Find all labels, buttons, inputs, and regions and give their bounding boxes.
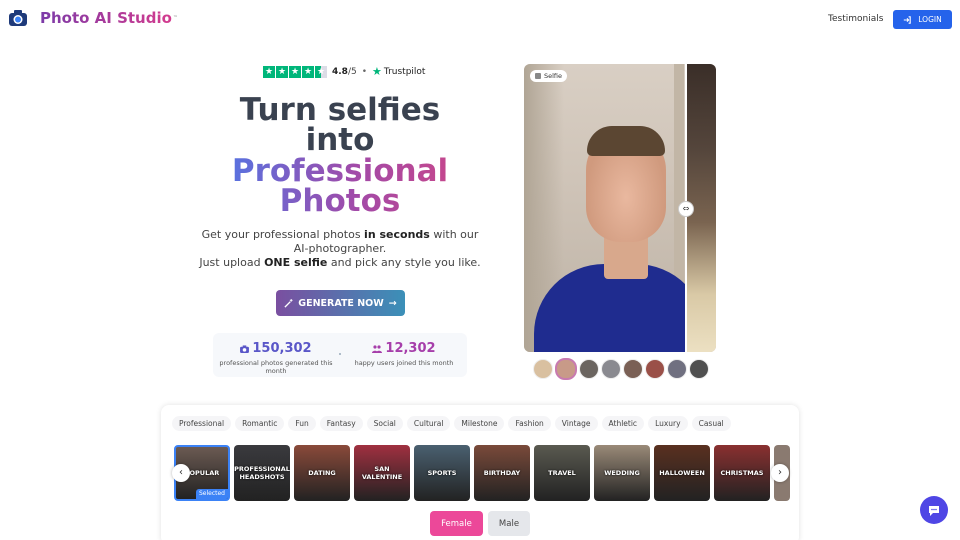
photos-count: 150,302 xyxy=(252,341,312,356)
chevron-left-icon[interactable]: ‹ xyxy=(172,464,190,482)
thumbnail[interactable] xyxy=(533,359,553,379)
compare-slider-handle[interactable]: ⇔ xyxy=(678,201,694,217)
chevron-right-icon[interactable]: › xyxy=(771,464,789,482)
style-card-label: PROFESSIONAL HEADSHOTS xyxy=(234,465,290,481)
category-tab-fashion[interactable]: Fashion xyxy=(508,416,551,431)
category-tab-professional[interactable]: Professional xyxy=(172,416,232,431)
arrow-right-icon: → xyxy=(388,297,397,309)
generate-now-label: GENERATE NOW xyxy=(298,297,384,309)
category-tab-fun[interactable]: Fun xyxy=(288,416,316,431)
category-tabs: Professional Romantic Fun Fantasy Social Cult… xyxy=(172,416,731,431)
style-card-san-valentine[interactable]: SAN VALENTINE xyxy=(354,445,410,501)
generate-now-button[interactable]: GENERATE NOW → xyxy=(276,290,405,316)
style-card-label: BIRTHDAY xyxy=(483,469,521,477)
star-icon: ★ xyxy=(289,65,301,78)
subtitle-line-1: Get your professional photos in seconds … xyxy=(201,228,479,241)
thumbnail[interactable] xyxy=(601,359,621,379)
camera-logo-icon xyxy=(9,10,27,26)
category-tab-romantic[interactable]: Romantic xyxy=(235,416,285,431)
image-icon xyxy=(535,73,541,79)
thumbnail[interactable] xyxy=(645,359,665,379)
category-tab-milestone[interactable]: Milestone xyxy=(454,416,505,431)
trustpilot-logo: ★ Trustpilot xyxy=(372,65,426,78)
style-card-label: SAN VALENTINE xyxy=(361,465,403,481)
thumbnail[interactable] xyxy=(689,359,709,379)
chat-icon xyxy=(929,505,939,516)
style-card-label: SPORTS xyxy=(427,469,457,477)
camera-icon xyxy=(240,344,250,353)
style-card-label: DATING xyxy=(308,469,336,477)
gender-male-button[interactable]: Male xyxy=(488,511,530,536)
brand-logo[interactable]: Photo AI Studio ™ xyxy=(8,8,178,28)
style-card-professional-headshots[interactable]: PROFESSIONAL HEADSHOTS xyxy=(234,445,290,501)
style-card-label: TRAVEL xyxy=(548,469,576,477)
style-card-halloween[interactable]: HALLOWEEN xyxy=(654,445,710,501)
subtitle-line-2: AI-photographer. xyxy=(293,242,387,255)
brand-name: Photo AI Studio xyxy=(40,9,172,27)
style-card-birthday[interactable]: BIRTHDAY xyxy=(474,445,530,501)
users-count-label: happy users joined this month xyxy=(354,359,454,367)
page: Photo AI Studio ™ Testimonials LOGIN ★ ★ … xyxy=(0,0,960,540)
style-card-label: CHRISTMAS xyxy=(720,469,764,477)
result-thumbnails xyxy=(533,358,709,380)
thumbnail[interactable] xyxy=(623,359,643,379)
login-icon xyxy=(904,15,912,24)
category-tab-athletic[interactable]: Athletic xyxy=(601,416,645,431)
headline-line-1: Turn selfies xyxy=(239,92,441,128)
trustpilot-rating[interactable]: ★ ★ ★ ★ ★ 4.8/5 • ★ Trustpilot xyxy=(263,65,425,78)
separator-dot: • xyxy=(361,66,368,77)
magic-wand-icon xyxy=(284,298,293,308)
style-card-sports[interactable]: SPORTS xyxy=(414,445,470,501)
chat-button[interactable] xyxy=(920,496,948,524)
trustpilot-star-icon: ★ xyxy=(372,65,382,78)
style-cards: POPULAR Selected PROFESSIONAL HEADSHOTS DAT… xyxy=(174,445,770,501)
style-card-travel[interactable]: TRAVEL xyxy=(534,445,590,501)
selected-badge: Selected xyxy=(195,489,228,499)
selfie-tag: Selfie xyxy=(530,70,568,82)
star-icon: ★ xyxy=(302,65,314,78)
login-button[interactable]: LOGIN xyxy=(893,10,952,29)
headline-line-3: Professional xyxy=(180,156,500,187)
half-star-icon: ★ xyxy=(315,65,327,78)
subtitle-line-3: Just upload ONE selfie and pick any styl… xyxy=(199,256,481,269)
style-card-wedding[interactable]: WEDDING xyxy=(594,445,650,501)
stats-box: 150,302 professional photos generated th… xyxy=(213,333,467,377)
rating-stars: ★ ★ ★ ★ ★ xyxy=(263,65,327,78)
style-card-label: HALLOWEEN xyxy=(659,469,705,477)
category-tab-cultural[interactable]: Cultural xyxy=(406,416,451,431)
category-tab-luxury[interactable]: Luxury xyxy=(648,416,688,431)
photos-count-label: professional photos generated this month xyxy=(219,359,333,375)
style-card-christmas[interactable]: CHRISTMAS xyxy=(714,445,770,501)
stat-photos: 150,302 professional photos generated th… xyxy=(213,333,339,377)
style-card-dating[interactable]: DATING xyxy=(294,445,350,501)
star-icon: ★ xyxy=(276,65,288,78)
users-icon xyxy=(372,344,383,353)
style-card-label: WEDDING xyxy=(604,469,640,477)
login-label: LOGIN xyxy=(918,15,942,24)
category-tab-vintage[interactable]: Vintage xyxy=(554,416,598,431)
star-icon: ★ xyxy=(263,65,275,78)
headline-line-4: Photos xyxy=(180,186,500,217)
before-after-preview[interactable]: ⇔ Selfie xyxy=(524,64,716,352)
stat-users: 12,302 happy users joined this month xyxy=(341,333,467,377)
gender-female-button[interactable]: Female xyxy=(430,511,483,536)
thumbnail[interactable] xyxy=(579,359,599,379)
thumbnail[interactable] xyxy=(667,359,687,379)
category-tab-fantasy[interactable]: Fantasy xyxy=(319,416,363,431)
rating-value: 4.8/5 xyxy=(332,66,357,77)
nav-testimonials[interactable]: Testimonials xyxy=(828,14,883,24)
trademark: ™ xyxy=(172,15,178,21)
headline-line-2: into xyxy=(305,122,375,158)
category-tab-casual[interactable]: Casual xyxy=(691,416,731,431)
users-count: 12,302 xyxy=(385,341,436,356)
category-tab-social[interactable]: Social xyxy=(366,416,403,431)
thumbnail-selected[interactable] xyxy=(555,358,577,380)
